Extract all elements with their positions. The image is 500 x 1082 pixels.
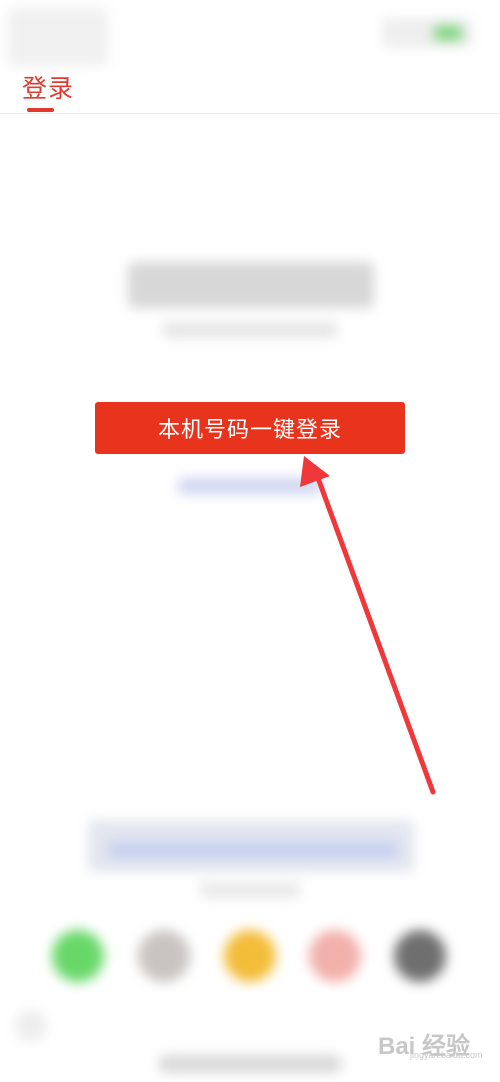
baidu-jingyan-watermark: Bai 经验 jingyan.baidu.com xyxy=(378,1024,490,1064)
emoji-icon[interactable] xyxy=(224,930,276,982)
tab-login[interactable]: 登录 xyxy=(22,69,74,105)
watermark-url: jingyan.baidu.com xyxy=(410,1050,483,1060)
annotation-arrow xyxy=(300,456,436,795)
third-party-login-title-blurred xyxy=(200,882,300,898)
battery-icon xyxy=(434,26,462,40)
arrow-shaft xyxy=(315,475,436,795)
avatar-icon[interactable] xyxy=(138,930,190,982)
masked-phone-number-blurred xyxy=(128,262,374,308)
header-divider xyxy=(0,113,500,114)
status-bar-right-blurred xyxy=(382,18,472,48)
agreement-text-blurred xyxy=(88,820,414,872)
carrier-info-blurred xyxy=(162,322,338,338)
other-login-link-blurred[interactable] xyxy=(178,478,322,494)
home-indicator xyxy=(158,1055,342,1073)
agreement-link-blurred[interactable] xyxy=(108,842,398,858)
weibo-icon[interactable] xyxy=(309,930,361,982)
tab-login-underline xyxy=(27,108,54,112)
status-bar-left-blurred xyxy=(8,8,108,66)
dark-icon[interactable] xyxy=(394,930,446,982)
one-click-login-button[interactable]: 本机号码一键登录 xyxy=(95,402,405,454)
help-icon[interactable] xyxy=(15,1010,47,1042)
wechat-icon[interactable] xyxy=(52,930,104,982)
